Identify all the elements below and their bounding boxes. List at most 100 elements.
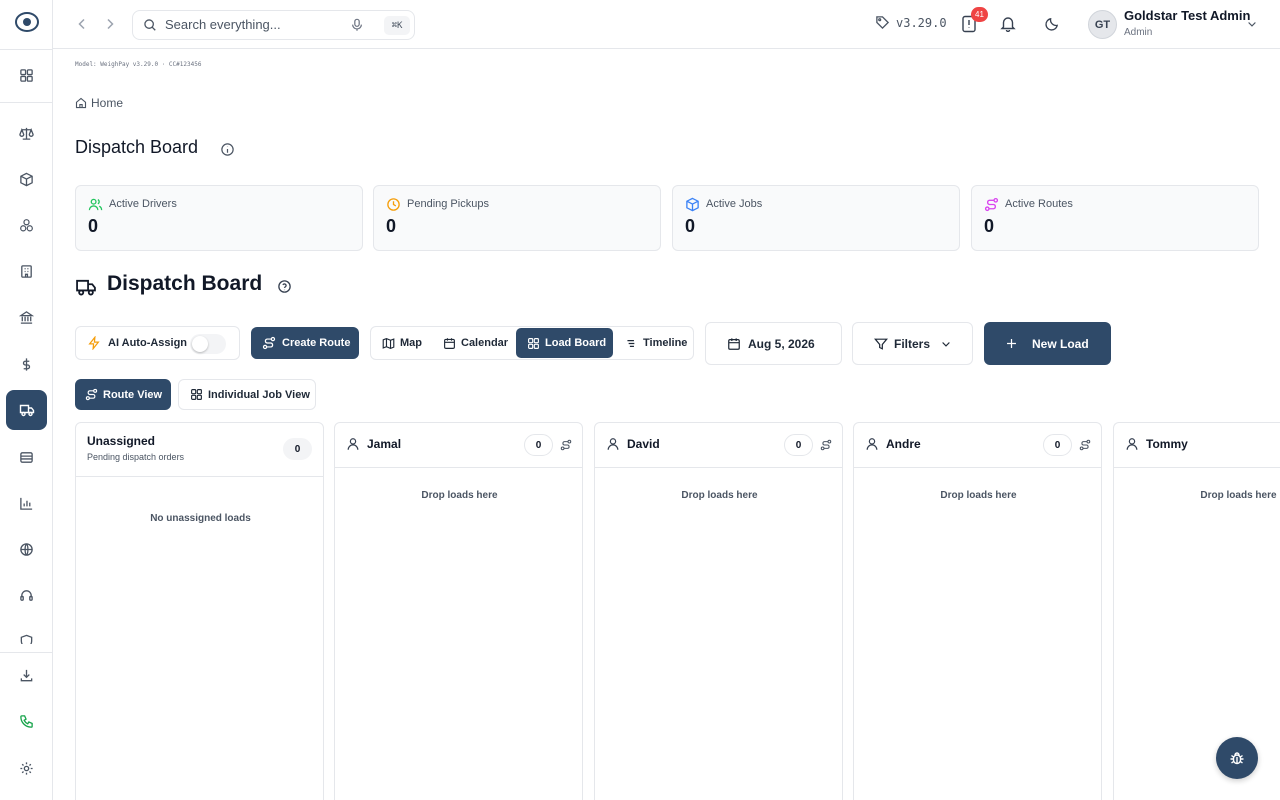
- route-icon: [262, 336, 276, 350]
- column-subtitle: Pending dispatch orders: [87, 452, 185, 462]
- tab-calendar[interactable]: Calendar: [437, 328, 515, 358]
- sidebar-item-inventory[interactable]: [6, 159, 47, 199]
- filters-button[interactable]: Filters: [852, 322, 973, 365]
- bug-report-button[interactable]: [1216, 737, 1258, 779]
- notification-badge: 41: [971, 7, 988, 22]
- clock-icon: [386, 197, 401, 212]
- driver-name: Jamal: [367, 437, 402, 451]
- date-label: Aug 5, 2026: [748, 336, 815, 351]
- dashboard-icon: [20, 68, 33, 82]
- drop-zone: Drop loads here: [421, 490, 498, 501]
- sidebar: [0, 0, 53, 800]
- user-icon: [346, 437, 360, 451]
- toggle-knob: [192, 336, 208, 352]
- ai-auto-assign: AI Auto-Assign: [75, 326, 240, 360]
- notifications-button[interactable]: [1000, 15, 1016, 32]
- sidebar-item-dispatch[interactable]: [6, 390, 47, 430]
- sidebar-divider: [0, 49, 52, 50]
- scale-icon: [19, 127, 34, 140]
- drop-zone: Drop loads here: [1200, 490, 1277, 501]
- filters-label: Filters: [894, 336, 931, 351]
- sidebar-item-records[interactable]: [6, 437, 47, 477]
- column-count: 0: [784, 434, 813, 456]
- truck-icon: [19, 404, 34, 417]
- sidebar-item-scales[interactable]: [6, 113, 47, 153]
- sidebar-item-support[interactable]: [6, 575, 47, 615]
- create-route-button[interactable]: Create Route: [251, 327, 359, 359]
- route-settings-icon[interactable]: [820, 439, 832, 451]
- stat-card-pending-pickups: Pending Pickups 0: [373, 185, 661, 251]
- ai-auto-assign-label: AI Auto-Assign: [108, 337, 188, 349]
- dollar-icon: [22, 357, 31, 371]
- driver-name: David: [627, 437, 660, 451]
- forward-arrow-icon[interactable]: [102, 16, 118, 32]
- tab-load-board[interactable]: Load Board: [516, 328, 613, 358]
- microphone-icon[interactable]: [350, 18, 364, 32]
- theme-toggle-button[interactable]: [1045, 16, 1060, 31]
- tab-timeline[interactable]: Timeline: [619, 328, 691, 358]
- bell-icon: [1000, 17, 1016, 32]
- breadcrumb-home[interactable]: Home: [91, 96, 123, 110]
- driver-column-tommy[interactable]: Tommy Drop loads here: [1113, 422, 1280, 800]
- breadcrumb[interactable]: Home: [75, 96, 123, 110]
- column-header: Andre 0: [854, 423, 1101, 468]
- app-logo-icon[interactable]: [14, 10, 40, 34]
- chevron-down-icon[interactable]: [1246, 18, 1258, 30]
- user-icon: [606, 437, 620, 451]
- column-count: 0: [524, 434, 553, 456]
- ai-auto-assign-toggle[interactable]: [190, 334, 226, 354]
- route-settings-icon[interactable]: [560, 439, 572, 451]
- plus-icon: [1007, 339, 1016, 348]
- sidebar-divider: [0, 102, 52, 103]
- sidebar-item-phone[interactable]: [6, 701, 47, 741]
- stat-card-active-routes: Active Routes 0: [971, 185, 1259, 251]
- help-icon[interactable]: [277, 279, 292, 294]
- sidebar-item-dashboard[interactable]: [6, 55, 47, 95]
- sidebar-item-download[interactable]: [6, 655, 47, 695]
- top-bar: Search everything... ⌘K v3.29.0 41 GT Go…: [53, 0, 1280, 49]
- column-count: 0: [1043, 434, 1072, 456]
- model-info-text: Model: WeighPay v3.29.0 · CC#123456: [75, 61, 202, 68]
- globe-icon: [20, 542, 33, 556]
- sidebar-item-network[interactable]: [6, 529, 47, 569]
- calendar-icon: [444, 337, 455, 349]
- sidebar-item-banking[interactable]: [6, 297, 47, 337]
- column-title: Unassigned: [87, 434, 156, 448]
- route-view-button[interactable]: Route View: [75, 379, 171, 410]
- sidebar-item-facilities[interactable]: [6, 251, 47, 291]
- back-arrow-icon[interactable]: [74, 16, 90, 32]
- tab-map-label: Map: [400, 337, 422, 349]
- sidebar-item-reports[interactable]: [6, 483, 47, 523]
- bank-icon: [19, 310, 34, 324]
- sidebar-item-materials[interactable]: [6, 205, 47, 245]
- grid-icon: [528, 337, 539, 349]
- date-picker-button[interactable]: Aug 5, 2026: [705, 322, 842, 365]
- tab-map[interactable]: Map: [376, 328, 434, 358]
- sidebar-item-settings[interactable]: [6, 748, 47, 788]
- route-settings-icon[interactable]: [1079, 439, 1091, 451]
- new-load-label: New Load: [1032, 336, 1089, 351]
- driver-column-jamal[interactable]: Jamal 0 Drop loads here: [334, 422, 583, 800]
- users-icon: [88, 197, 103, 212]
- new-load-button[interactable]: New Load: [984, 322, 1111, 365]
- driver-column-david[interactable]: David 0 Drop loads here: [594, 422, 843, 800]
- user-name[interactable]: Goldstar Test Admin: [1124, 8, 1250, 23]
- shield-icon: [20, 634, 33, 644]
- box-icon: [20, 172, 33, 186]
- drop-zone: Drop loads here: [940, 490, 1017, 501]
- view-switcher: Map Calendar Load Board Timeline: [370, 326, 694, 360]
- headset-icon: [20, 589, 33, 601]
- stat-value: 0: [685, 216, 696, 236]
- version-tag[interactable]: v3.29.0: [875, 15, 947, 30]
- stack-icon: [20, 451, 33, 463]
- search-input[interactable]: Search everything... ⌘K: [132, 10, 415, 40]
- user-icon: [1125, 437, 1139, 451]
- sidebar-item-security[interactable]: [6, 628, 47, 644]
- individual-job-view-button[interactable]: Individual Job View: [178, 379, 316, 410]
- avatar[interactable]: GT: [1088, 10, 1117, 39]
- map-icon: [382, 337, 395, 349]
- driver-column-andre[interactable]: Andre 0 Drop loads here: [853, 422, 1102, 800]
- unassigned-column[interactable]: Unassigned Pending dispatch orders 0 No …: [75, 422, 324, 800]
- info-icon[interactable]: [220, 142, 235, 157]
- sidebar-item-payments[interactable]: [6, 344, 47, 384]
